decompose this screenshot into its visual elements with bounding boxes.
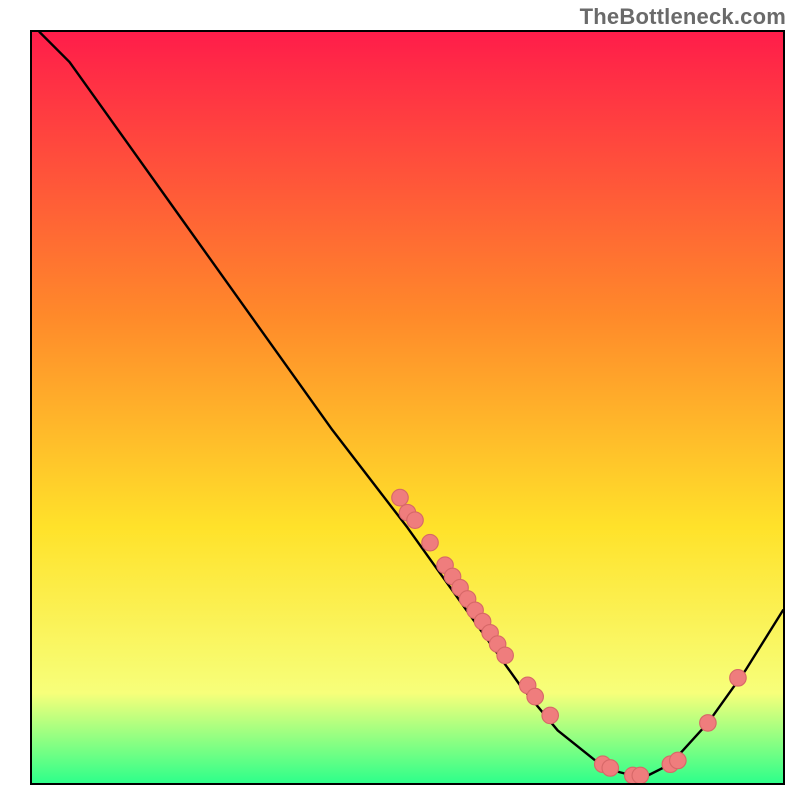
data-marker [730,670,747,687]
data-marker [422,534,439,551]
data-marker [632,767,649,783]
data-marker [700,715,717,732]
gradient-background [32,32,783,783]
data-marker [392,489,409,506]
watermark-label: TheBottleneck.com [580,4,786,30]
plot-frame [30,30,785,785]
chart-container: TheBottleneck.com [0,0,800,800]
data-marker [527,688,544,705]
data-marker [407,512,424,529]
data-marker [542,707,559,724]
data-marker [602,760,619,777]
data-marker [670,752,687,769]
plot-svg [32,32,783,783]
data-marker [497,647,514,664]
